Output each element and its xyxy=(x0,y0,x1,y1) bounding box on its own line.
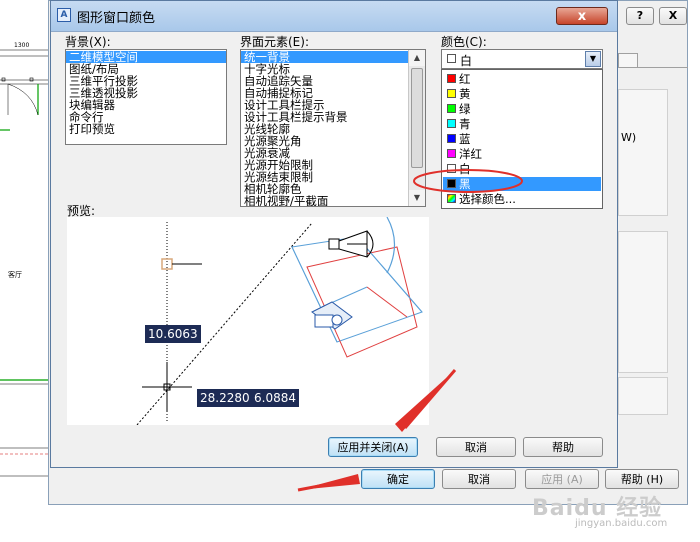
red-arrow-line xyxy=(403,369,457,429)
red-annotations xyxy=(297,169,523,492)
watermark-url: jingyan.baidu.com xyxy=(575,518,668,529)
highlight-ellipse xyxy=(413,169,523,193)
